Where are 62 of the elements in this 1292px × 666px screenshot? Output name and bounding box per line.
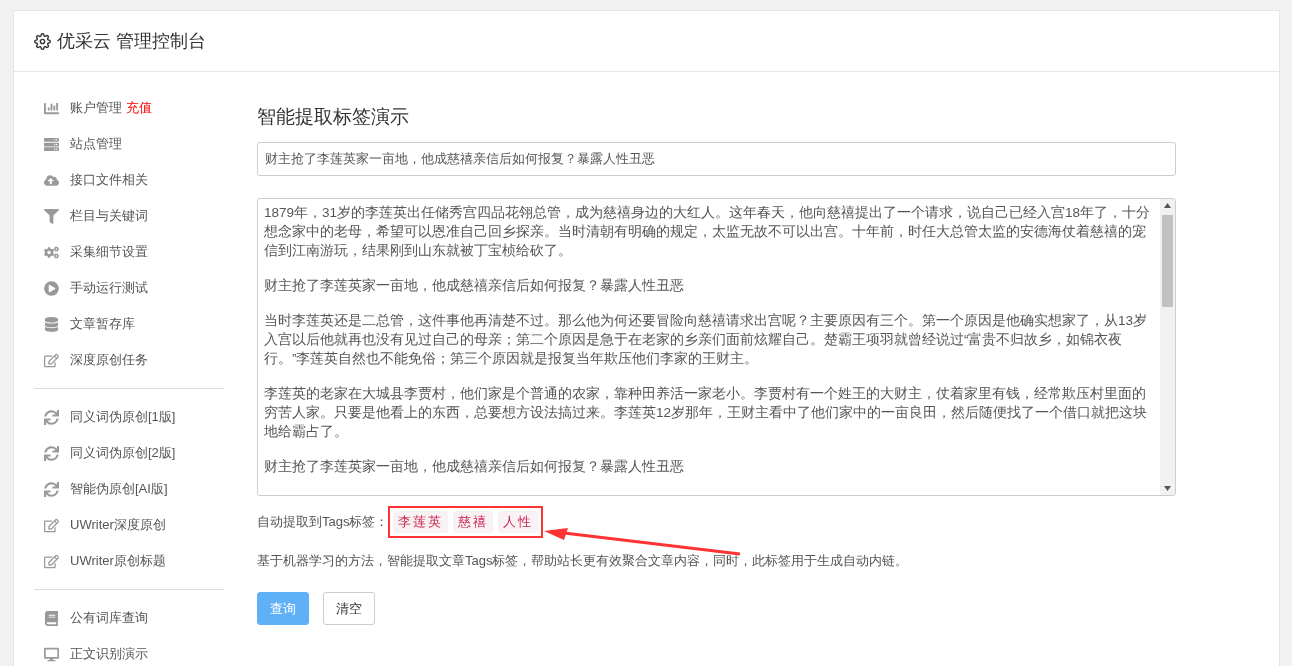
tags-label: 自动提取到Tags标签：	[257, 513, 389, 531]
bar-chart-icon	[44, 100, 59, 116]
tag: 慈禧	[453, 511, 494, 533]
sidebar-label: 文章暂存库	[70, 315, 135, 333]
play-icon	[44, 280, 59, 296]
sidebar-label: 栏目与关键词	[70, 207, 148, 225]
edit-icon	[44, 553, 59, 569]
gears-icon	[44, 244, 59, 260]
edit-icon	[44, 352, 59, 368]
sidebar-label: 同义词伪原创[1版]	[70, 408, 176, 426]
description-text: 基于机器学习的方法，智能提取文章Tags标签，帮助站长更有效聚合文章内容，同时，此标签用于生成自动内链。	[257, 552, 910, 570]
paragraph: 财主抢了李莲英家一亩地，他成慈禧亲信后如何报复？暴露人性丑恶	[264, 277, 685, 295]
sidebar-label: UWriter原创标题	[70, 552, 166, 570]
content-textarea[interactable]	[257, 198, 1176, 496]
tag: 李莲英	[393, 511, 449, 533]
sidebar-label: 公有词库查询	[70, 609, 148, 627]
sidebar-item[interactable]: 手动运行测试	[34, 270, 224, 306]
sidebar-item[interactable]: 采集细节设置	[34, 234, 224, 270]
sidebar-label: 手动运行测试	[70, 279, 148, 297]
sidebar-item[interactable]: 同义词伪原创[2版]	[34, 435, 224, 471]
sidebar-item[interactable]: 深度原创任务	[34, 342, 224, 378]
scrollbar[interactable]	[1160, 199, 1175, 495]
refresh-icon	[44, 481, 59, 497]
paragraph: 当时李莲英还是二总管，这件事他再清楚不过。那么他为何还要冒险向慈禧请求出宫呢？主要原因有三个。第一个原因是他确实想家了，从13岁入宫以后他就再也没有见过自己的母亲；第二个原因是急于在老家的乡亲们面前炫耀自己。楚霸王项羽就曾经说过“富贵不归故乡，如锦衣夜行。”李莲英自然也不能免俗；第三个原因就是报复当年欺压他们李家的王财主。	[264, 312, 1149, 368]
tag: 人性	[498, 511, 539, 533]
sidebar-item[interactable]: 文章暂存库	[34, 306, 224, 342]
sidebar-item[interactable]: 接口文件相关	[34, 162, 224, 198]
sidebar-label: 深度原创任务	[70, 351, 148, 369]
sidebar-label: 智能伪原创[AI版]	[70, 480, 168, 498]
cloud-upload-icon	[44, 172, 59, 188]
filter-icon	[44, 208, 59, 224]
sidebar-label: 同义词伪原创[2版]	[70, 444, 176, 462]
section-title: 智能提取标签演示	[257, 105, 410, 129]
book-icon	[44, 610, 59, 626]
sidebar-item[interactable]: 账户管理 充值	[34, 90, 224, 126]
sidebar-label: UWriter深度原创	[70, 516, 166, 534]
paragraph: 财主抢了李莲英家一亩地，他成慈禧亲信后如何报复？暴露人性丑恶	[264, 458, 685, 476]
console-title: 优采云 管理控制台	[57, 30, 206, 53]
sidebar-item[interactable]: 智能伪原创[AI版]	[34, 471, 224, 507]
sidebar-item[interactable]: UWriter深度原创	[34, 507, 224, 543]
sidebar-item[interactable]: 站点管理	[34, 126, 224, 162]
clear-button[interactable]: 清空	[323, 592, 375, 625]
sidebar-item[interactable]: 正文识别演示	[34, 636, 224, 666]
sidebar-label: 站点管理	[70, 135, 122, 153]
server-icon	[44, 136, 59, 152]
sidebar-item[interactable]: 同义词伪原创[1版]	[34, 399, 224, 435]
sidebar-item[interactable]: UWriter原创标题	[34, 543, 224, 579]
refresh-icon	[44, 409, 59, 425]
sidebar-label: 正文识别演示	[70, 645, 148, 663]
settings-icon	[34, 32, 51, 50]
refresh-icon	[44, 445, 59, 461]
sidebar-item[interactable]: 公有词库查询	[34, 600, 224, 636]
monitor-icon	[44, 646, 59, 662]
sidebar-item[interactable]: 栏目与关键词	[34, 198, 224, 234]
sidebar-label: 采集细节设置	[70, 243, 148, 261]
edit-icon	[44, 517, 59, 533]
paragraph: 1879年，31岁的李莲英出任储秀宫四品花翎总管，成为慈禧身边的大红人。这年春天，他向慈禧提出了一个请求，说自己已经入宫18年了，十分想念家中的老母，希望可以恩准自己回乡探亲。当时清朝有明确的规定，太监无故不可以出宫。十年前，时任大总管太监的安德海仗着慈禧的宠信到江南游玩，结果刚到山东就被丁宝桢给砍了。	[264, 204, 1152, 260]
sidebar-label: 账户管理 充值	[70, 99, 152, 117]
sidebar-label: 接口文件相关	[70, 171, 148, 189]
paragraph: 李莲英的老家在大城县李贾村，他们家是个普通的农家，靠种田养活一家老小。李贾村有一个姓王的大财主，仗着家里有钱，经常欺压村里面的穷苦人家。只要是他看上的东西，总要想方设法搞过来。李莲英12岁那年，王财主看中了他们家中的一亩良田，然后随便找了一个借口就把这块地给霸占了。	[264, 385, 1149, 441]
database-icon	[44, 316, 59, 332]
title-input[interactable]: 财主抢了李莲英家一亩地，他成慈禧亲信后如何报复？暴露人性丑恶	[257, 142, 1176, 176]
